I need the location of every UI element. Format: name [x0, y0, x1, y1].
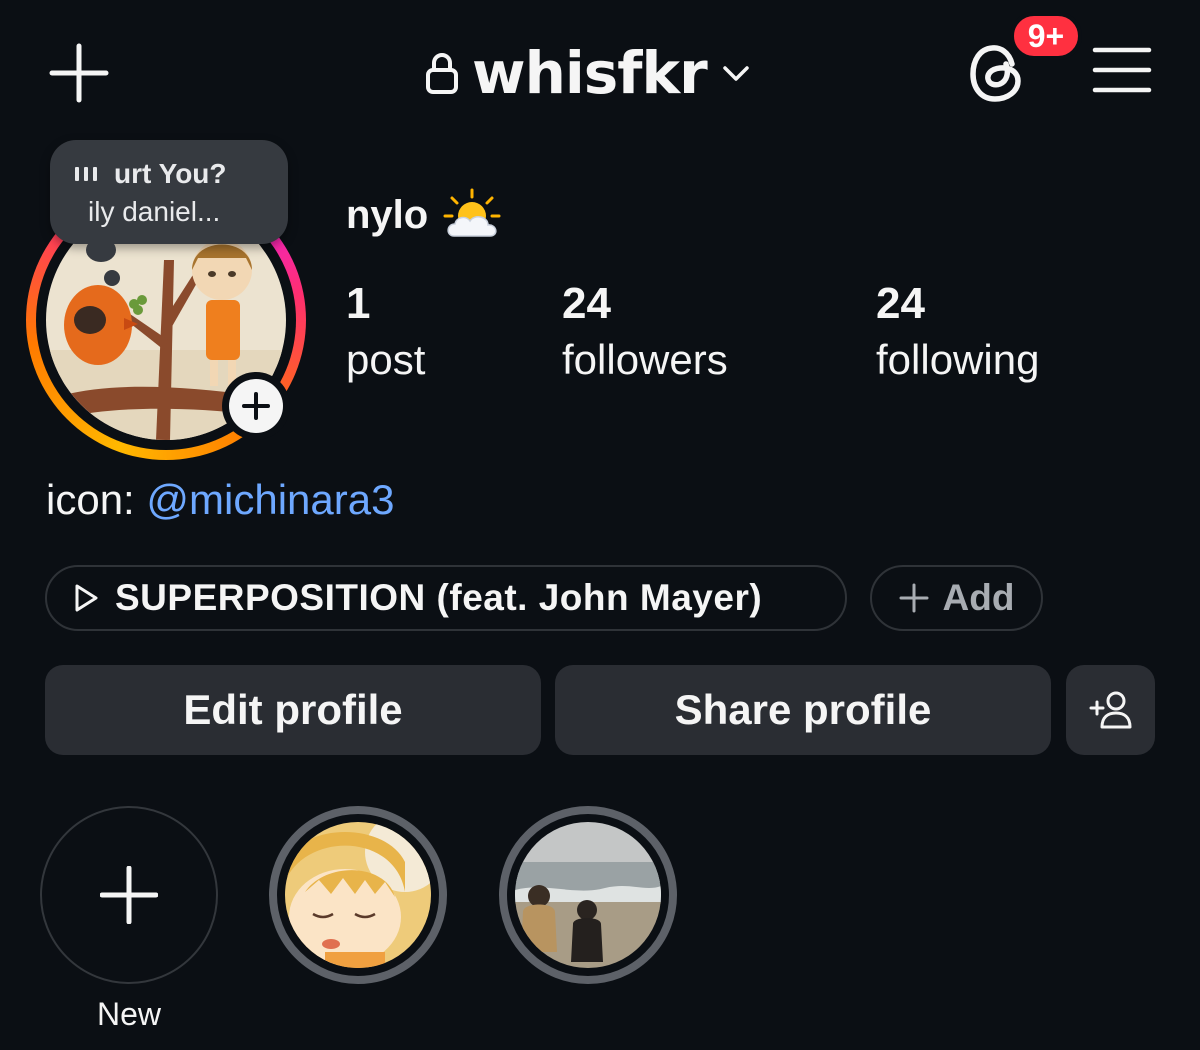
posts-count: 1 — [346, 279, 371, 328]
followers-stat[interactable]: 24 followers — [562, 278, 728, 388]
following-stat[interactable]: 24 following — [876, 278, 1039, 388]
plus-icon — [242, 392, 270, 420]
plus-icon — [49, 43, 109, 103]
bio-prefix: icon: — [46, 476, 147, 523]
note-artist: ily daniel... — [88, 196, 221, 227]
following-count: 24 — [876, 279, 925, 328]
followers-count: 24 — [562, 279, 611, 328]
account-switcher[interactable]: whisfkr — [424, 38, 751, 108]
create-button[interactable] — [48, 42, 110, 104]
highlight-image — [285, 822, 431, 968]
lock-icon — [426, 53, 458, 94]
share-profile-button[interactable]: Share profile — [555, 665, 1051, 755]
plus-icon — [899, 583, 929, 613]
add-story-button[interactable] — [222, 372, 290, 440]
new-highlight-button[interactable] — [40, 806, 218, 984]
plus-icon — [100, 866, 158, 924]
add-link-button[interactable]: Add — [870, 565, 1043, 631]
note-song-title: urt You? — [114, 158, 227, 189]
posts-stat[interactable]: 1 post — [346, 278, 425, 388]
bio: icon: @michinara3 — [46, 474, 394, 526]
posts-label: post — [346, 336, 426, 383]
discover-people-button[interactable] — [1066, 665, 1155, 755]
display-name-text: nylo — [346, 192, 429, 237]
highlight-item[interactable] — [269, 806, 447, 984]
hamburger-menu-icon — [1092, 47, 1152, 93]
display-name: nylo — [346, 188, 502, 240]
note-song-line: urt You? — [74, 156, 227, 192]
note-bubble-tail-dot — [104, 270, 120, 286]
profile-username: whisfkr — [472, 39, 708, 107]
bio-mention-link[interactable]: @michinara3 — [146, 476, 394, 523]
audio-bars-icon — [75, 167, 97, 181]
highlight-cover — [285, 822, 431, 968]
notification-badge: 9+ — [1010, 12, 1082, 60]
note-bubble-tail — [86, 238, 116, 262]
following-label: following — [876, 336, 1040, 383]
new-highlight-label: New — [96, 996, 161, 1032]
followers-label: followers — [562, 336, 728, 383]
add-story-disc — [229, 379, 283, 433]
play-icon — [75, 584, 98, 612]
music-title: SUPERPOSITION (feat. John Mayer) — [115, 577, 763, 618]
profile-music-chip[interactable]: SUPERPOSITION (feat. John Mayer) — [45, 565, 847, 631]
highlight-item[interactable] — [499, 806, 677, 984]
add-label: Add — [942, 577, 1015, 618]
edit-profile-button[interactable]: Edit profile — [45, 665, 541, 755]
chevron-down-icon — [722, 66, 749, 81]
add-person-icon — [1089, 691, 1131, 729]
highlight-image — [515, 822, 661, 968]
highlight-cover — [515, 822, 661, 968]
menu-button[interactable] — [1092, 44, 1152, 96]
sun-behind-cloud-icon — [443, 188, 501, 237]
